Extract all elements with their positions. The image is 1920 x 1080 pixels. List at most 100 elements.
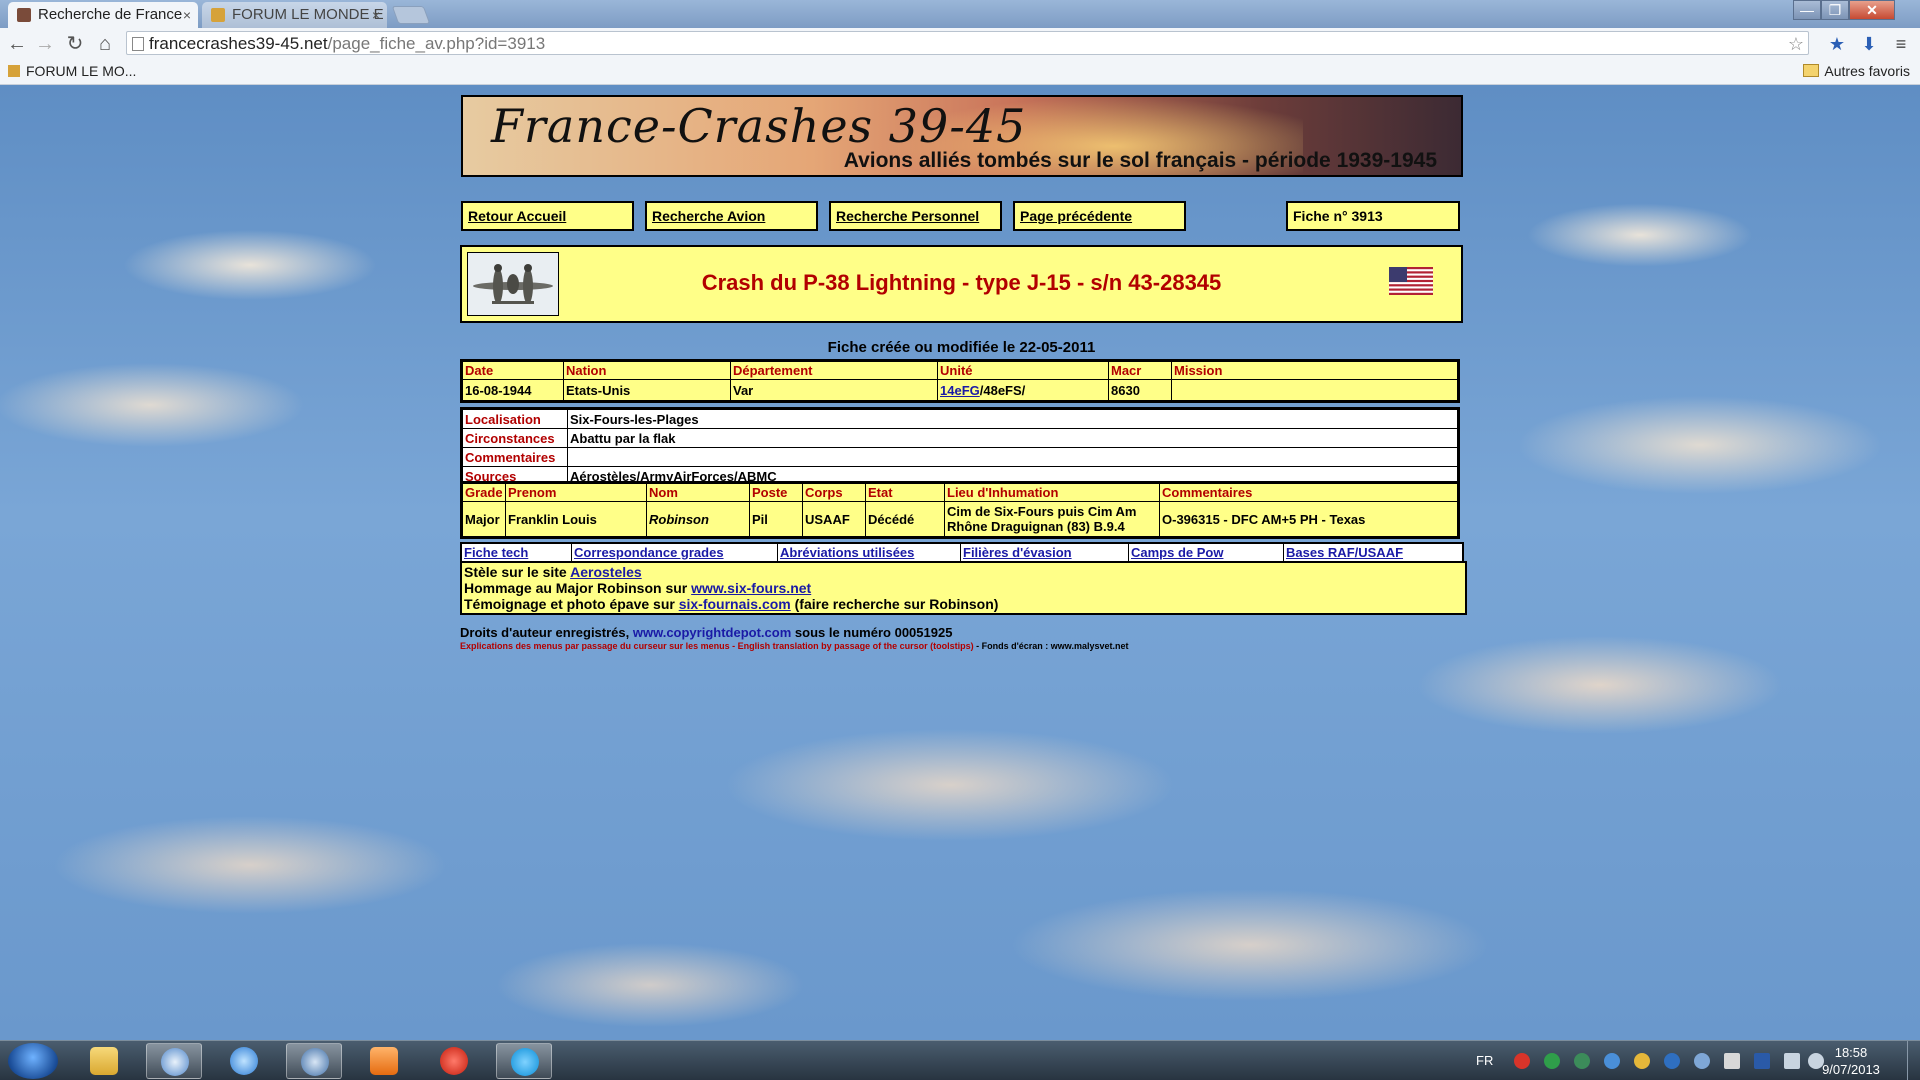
taskbar-explorer[interactable] bbox=[76, 1043, 132, 1079]
crew-nom: Robinson bbox=[646, 501, 750, 538]
media-player-icon bbox=[370, 1047, 398, 1075]
nav-search-plane[interactable]: Recherche Avion bbox=[645, 201, 818, 231]
home-link[interactable]: Retour Accueil bbox=[468, 208, 566, 224]
close-tab-icon[interactable]: × bbox=[372, 2, 380, 28]
crew-etat: Décédé bbox=[865, 501, 945, 538]
header-prenom: Prenom bbox=[505, 482, 647, 502]
tray-icon-yellow[interactable] bbox=[1634, 1053, 1650, 1069]
copyright-line: Droits d'auteur enregistrés, www.copyrig… bbox=[460, 625, 953, 640]
system-clock[interactable]: 18:58 9/07/2013 bbox=[1815, 1044, 1887, 1078]
localisation-value: Six-Fours-les-Plages bbox=[567, 408, 1459, 429]
tray-icon-green[interactable] bbox=[1544, 1053, 1560, 1069]
search-plane-link[interactable]: Recherche Avion bbox=[652, 208, 765, 224]
departement-value: Var bbox=[730, 379, 938, 402]
details-row-localisation: Localisation Six-Fours-les-Plages bbox=[461, 408, 1459, 429]
clock-date: 9/07/2013 bbox=[1822, 1062, 1880, 1077]
aerosteles-link[interactable]: Aerosteles bbox=[570, 564, 642, 580]
menu-icon[interactable]: ≡ bbox=[1890, 33, 1912, 55]
correspondance-grades-link[interactable]: Correspondance grades bbox=[574, 545, 724, 560]
home-icon[interactable]: ⌂ bbox=[92, 31, 118, 57]
nav-search-personnel[interactable]: Recherche Personnel bbox=[829, 201, 1002, 231]
red-app-icon bbox=[440, 1047, 468, 1075]
tray-icon-monitor[interactable] bbox=[1754, 1053, 1770, 1069]
bookmark-forum[interactable]: FORUM LE MO... bbox=[8, 60, 136, 82]
tray-icon-globe[interactable] bbox=[1604, 1053, 1620, 1069]
six-fours-link[interactable]: www.six-fours.net bbox=[691, 580, 811, 596]
network-icon[interactable] bbox=[1784, 1053, 1800, 1069]
nav-home[interactable]: Retour Accueil bbox=[461, 201, 634, 231]
search-personnel-link[interactable]: Recherche Personnel bbox=[836, 208, 979, 224]
start-button[interactable] bbox=[8, 1043, 58, 1079]
tab-label: FORUM LE MONDE E bbox=[232, 6, 384, 23]
folder-icon bbox=[90, 1047, 118, 1075]
show-desktop-button[interactable] bbox=[1907, 1041, 1920, 1080]
site-favicon-icon bbox=[17, 8, 31, 22]
taskbar-skype[interactable] bbox=[496, 1043, 552, 1079]
minimize-button[interactable]: — bbox=[1793, 0, 1821, 20]
unit-link[interactable]: 14eFG bbox=[940, 383, 980, 398]
fiche-tech-link[interactable]: Fiche tech bbox=[464, 545, 528, 560]
taskbar-thunderbird[interactable] bbox=[286, 1043, 342, 1079]
skype-icon bbox=[511, 1048, 539, 1076]
forward-arrow-icon[interactable]: → bbox=[32, 31, 58, 57]
header-commentaires: Commentaires bbox=[1159, 482, 1459, 502]
filieres-evasion-link[interactable]: Filières d'évasion bbox=[963, 545, 1072, 560]
address-bar[interactable]: francecrashes39-45.net/page_fiche_av.php… bbox=[126, 31, 1809, 55]
crew-header-row: Grade Prenom Nom Poste Corps Etat Lieu d… bbox=[461, 482, 1459, 502]
reference-links-table: Fiche tech Correspondance grades Abrévia… bbox=[460, 542, 1464, 563]
url-path: /page_fiche_av.php?id=3913 bbox=[327, 34, 546, 53]
abreviations-link[interactable]: Abréviations utilisées bbox=[780, 545, 914, 560]
header-etat: Etat bbox=[865, 482, 945, 502]
tab-recherche-de-france[interactable]: Recherche de France × bbox=[8, 2, 198, 28]
header-date: Date bbox=[461, 360, 564, 380]
crew-poste: Pil bbox=[749, 501, 803, 538]
taskbar-media-player[interactable] bbox=[356, 1043, 412, 1079]
copyrightdepot-link[interactable]: www.copyrightdepot.com bbox=[633, 625, 791, 640]
tray-icon-red[interactable] bbox=[1514, 1053, 1530, 1069]
site-title: France-Crashes 39-45 bbox=[491, 99, 1027, 153]
header-nation: Nation bbox=[563, 360, 731, 380]
summary-data-row: 16-08-1944 Etats-Unis Var 14eFG/48eFS/ 8… bbox=[461, 379, 1459, 402]
site-subtitle: Avions alliés tombés sur le sol français… bbox=[843, 149, 1437, 172]
browser-icon bbox=[161, 1048, 189, 1076]
tab-forum-le-monde[interactable]: FORUM LE MONDE E × bbox=[202, 2, 387, 28]
link-cell: Bases RAF/USAAF bbox=[1283, 542, 1464, 563]
taskbar-app-red[interactable] bbox=[426, 1043, 482, 1079]
notes-panel: Stèle sur le site Aerosteles Hommage au … bbox=[460, 561, 1467, 615]
link-cell: Correspondance grades bbox=[571, 542, 778, 563]
maximize-button[interactable]: ❐ bbox=[1821, 0, 1849, 20]
unit-rest: /48eFS/ bbox=[979, 382, 1026, 398]
nav-previous[interactable]: Page précédente bbox=[1013, 201, 1186, 231]
download-extension-icon[interactable]: ⬇ bbox=[1858, 33, 1880, 55]
folder-icon bbox=[1803, 64, 1820, 77]
bases-raf-link[interactable]: Bases RAF/USAAF bbox=[1286, 545, 1403, 560]
action-center-flag-icon[interactable] bbox=[1724, 1053, 1740, 1069]
close-tab-icon[interactable]: × bbox=[183, 2, 191, 28]
tab-label: Recherche de France bbox=[38, 6, 183, 23]
windows-taskbar: FR 18:58 9/07/2013 bbox=[0, 1040, 1920, 1080]
reload-icon[interactable]: ↻ bbox=[62, 31, 88, 57]
macr-value: 8630 bbox=[1108, 379, 1172, 402]
unite-value: 14eFG/48eFS/ bbox=[937, 379, 1109, 402]
language-indicator[interactable]: FR bbox=[1476, 1053, 1493, 1068]
forum-favicon-icon bbox=[8, 65, 20, 77]
other-bookmarks[interactable]: Autres favoris bbox=[1803, 60, 1910, 82]
tray-icon-blue[interactable] bbox=[1664, 1053, 1680, 1069]
camps-pow-link[interactable]: Camps de Pow bbox=[1131, 545, 1223, 560]
bookmark-star-icon[interactable]: ☆ bbox=[1788, 32, 1804, 56]
window-close-button[interactable]: ✕ bbox=[1849, 0, 1895, 20]
new-tab-button[interactable] bbox=[391, 6, 431, 24]
menu-help-note: Explications des menus par passage du cu… bbox=[460, 641, 1129, 651]
six-fournais-link[interactable]: six-fournais.com bbox=[679, 596, 791, 612]
previous-page-link[interactable]: Page précédente bbox=[1020, 208, 1132, 224]
extension-star-icon[interactable]: ★ bbox=[1826, 33, 1848, 55]
tray-icon-download[interactable] bbox=[1574, 1053, 1590, 1069]
commentaires-label: Commentaires bbox=[461, 447, 568, 467]
us-flag-icon bbox=[1389, 267, 1433, 295]
taskbar-browser[interactable] bbox=[146, 1043, 202, 1079]
tray-icon-network[interactable] bbox=[1694, 1053, 1710, 1069]
nation-value: Etats-Unis bbox=[563, 379, 731, 402]
circonstances-value: Abattu par la flak bbox=[567, 428, 1459, 448]
taskbar-internet-explorer[interactable] bbox=[216, 1043, 272, 1079]
back-arrow-icon[interactable]: ← bbox=[4, 31, 30, 57]
